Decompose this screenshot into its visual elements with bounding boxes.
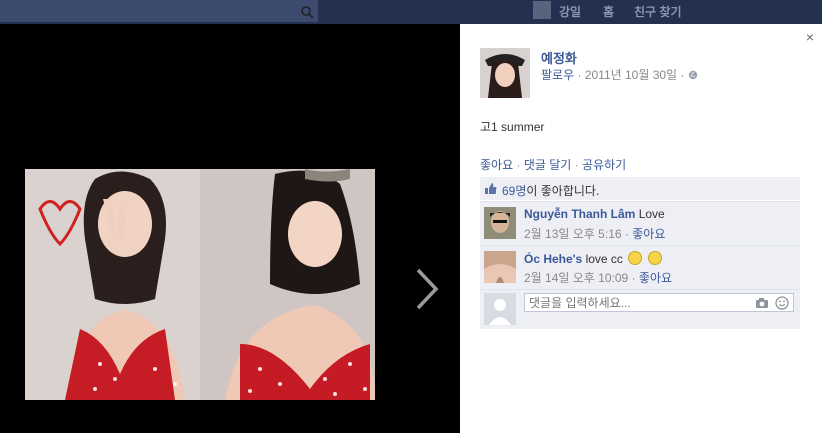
search-icon[interactable] xyxy=(300,5,314,19)
close-icon[interactable]: × xyxy=(806,29,814,45)
comment-text: Love xyxy=(638,207,665,221)
thumbs-up-icon xyxy=(485,183,497,194)
nav-home[interactable]: 홈 xyxy=(603,3,614,20)
commenter-name[interactable]: Nguyễn Thanh Lâm Love xyxy=(524,207,665,221)
share-link[interactable]: 공유하기 xyxy=(582,158,626,172)
current-user-avatar xyxy=(484,293,516,325)
top-bar: 강일 홈 친구 찾기 xyxy=(0,0,822,24)
like-count[interactable]: 69명 xyxy=(502,184,526,198)
top-avatar[interactable] xyxy=(533,1,551,19)
comment-time[interactable]: 2월 14일 오후 10:09 xyxy=(524,271,628,285)
smile-emoji-icon xyxy=(647,251,662,265)
search-input[interactable] xyxy=(0,0,318,22)
comment-item: Óc Hehe's love cc 2월 14일 오후 10:09 · 좋아요 xyxy=(480,245,800,289)
commenter-avatar[interactable] xyxy=(484,207,516,239)
comment-placeholder: 댓글을 입력하세요... xyxy=(529,296,631,310)
globe-icon[interactable] xyxy=(688,70,698,80)
follow-link[interactable]: 팔로우 xyxy=(541,68,574,82)
commenter-name[interactable]: Óc Hehe's love cc xyxy=(524,251,662,266)
photo-image xyxy=(25,169,375,400)
post-meta: 팔로우 · 2011년 10월 30일 · xyxy=(541,66,698,83)
comment-like-link[interactable]: 좋아요 xyxy=(639,271,672,285)
comment-meta: 2월 14일 오후 10:09 · 좋아요 xyxy=(524,269,672,286)
post-date[interactable]: 2011년 10월 30일 xyxy=(585,68,677,82)
like-link[interactable]: 좋아요 xyxy=(480,158,513,172)
comment-input[interactable]: 댓글을 입력하세요... xyxy=(524,293,794,312)
action-separator: · xyxy=(516,158,521,172)
next-photo-arrow-icon[interactable] xyxy=(410,264,440,314)
smile-emoji-icon xyxy=(628,251,643,265)
meta-separator: · xyxy=(577,68,582,82)
comment-item: Nguyễn Thanh Lâm Love 2월 13일 오후 5:16 · 좋… xyxy=(480,201,800,245)
comment-link[interactable]: 댓글 달기 xyxy=(524,158,572,172)
photo[interactable] xyxy=(25,169,375,400)
meta-separator: · xyxy=(680,68,685,82)
post-actions: 좋아요 · 댓글 달기 · 공유하기 xyxy=(480,156,626,173)
nav-find-friends[interactable]: 친구 찾기 xyxy=(634,3,682,20)
meta-separator: · xyxy=(624,227,629,241)
side-panel: × 예정화 팔로우 · 2011년 10월 30일 · 고1 summer 좋아… xyxy=(460,24,822,433)
author-avatar[interactable] xyxy=(480,48,530,98)
photo-viewer xyxy=(0,24,460,433)
nav-profile-name[interactable]: 강일 xyxy=(559,3,581,20)
meta-separator: · xyxy=(631,271,636,285)
comment-like-link[interactable]: 좋아요 xyxy=(632,227,665,241)
action-separator: · xyxy=(574,158,579,172)
camera-icon[interactable] xyxy=(755,297,769,309)
like-suffix: 이 좋아합니다. xyxy=(526,184,600,198)
likes-summary: 69명이 좋아합니다. xyxy=(480,177,800,200)
comment-text: love cc xyxy=(585,252,623,266)
comment-time[interactable]: 2월 13일 오후 5:16 xyxy=(524,227,622,241)
comment-meta: 2월 13일 오후 5:16 · 좋아요 xyxy=(524,225,665,242)
reply-box: 댓글을 입력하세요... xyxy=(480,289,800,329)
commenter-avatar[interactable] xyxy=(484,251,516,283)
emoji-picker-icon[interactable] xyxy=(775,296,789,310)
post-caption: 고1 summer xyxy=(480,120,545,134)
author-name[interactable]: 예정화 xyxy=(541,48,577,67)
